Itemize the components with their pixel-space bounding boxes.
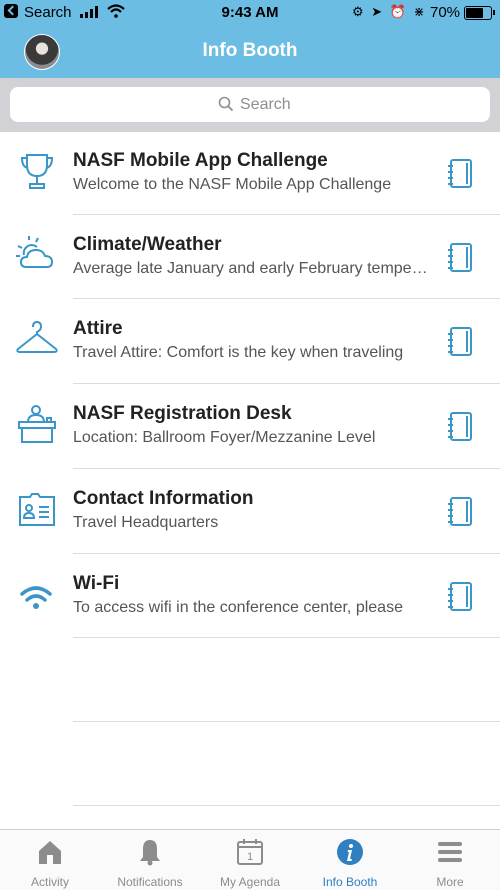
list-item[interactable]: Wi-Fi To access wifi in the conference c… (0, 554, 500, 638)
tab-label: Activity (30, 875, 69, 889)
battery-icon (464, 6, 495, 20)
status-indicators-icon: ⚙ ➤ ⏰ ⋇ (352, 4, 427, 19)
calendar-icon: 1 (237, 839, 263, 865)
item-title: Wi-Fi (73, 573, 120, 594)
list-item[interactable]: Contact Information Travel Headquarters (0, 469, 500, 553)
item-subtitle: Location: Ballroom Foyer/Mezzanine Level (73, 429, 376, 446)
search-icon (218, 96, 234, 112)
tab-label: My Agenda (219, 875, 281, 889)
item-subtitle: Average late January and early February … (73, 260, 428, 277)
divider (73, 805, 500, 806)
tab-my-agenda[interactable]: 1 My Agenda (200, 830, 300, 890)
tab-label: Notifications (117, 875, 183, 889)
contact-card-icon (19, 493, 55, 526)
notebook-icon[interactable] (444, 242, 476, 274)
item-subtitle: Welcome to the NASF Mobile App Challenge (73, 176, 392, 193)
item-subtitle: To access wifi in the conference center,… (73, 599, 403, 616)
tab-info-booth[interactable]: Info Booth (300, 830, 400, 890)
weather-icon (16, 236, 54, 268)
item-title: NASF Mobile App Challenge (73, 150, 328, 171)
list-item[interactable]: Attire Travel Attire: Comfort is the key… (0, 299, 500, 383)
tab-more[interactable]: More (400, 830, 500, 890)
list-item[interactable]: NASF Registration Desk Location: Ballroo… (0, 384, 500, 468)
list-item[interactable]: Climate/Weather Average late January and… (0, 215, 500, 299)
tab-bar: Activity Notifications 1 My Agenda Info … (0, 829, 500, 890)
notebook-icon[interactable] (444, 581, 476, 613)
notebook-icon[interactable] (444, 326, 476, 358)
item-title: Contact Information (73, 488, 254, 509)
divider (73, 721, 500, 722)
item-title: Climate/Weather (73, 234, 222, 255)
battery-percent: 70% (430, 4, 461, 21)
status-bar: Search 9:43 AM ⚙ ➤ ⏰ ⋇ 70% (0, 0, 500, 26)
notebook-icon[interactable] (444, 411, 476, 443)
search-field[interactable] (10, 87, 490, 122)
menu-icon (438, 842, 462, 862)
tab-notifications[interactable]: Notifications (100, 830, 200, 890)
notebook-icon[interactable] (444, 496, 476, 528)
trophy-icon (20, 154, 54, 189)
info-icon (337, 839, 363, 865)
search-input[interactable] (240, 92, 360, 118)
bell-icon (140, 840, 160, 866)
wifi-icon (20, 586, 52, 609)
tab-label: More (436, 875, 464, 889)
calendar-badge: 1 (247, 851, 253, 863)
notebook-icon[interactable] (444, 158, 476, 190)
divider (73, 637, 500, 638)
page-title: Info Booth (202, 40, 298, 61)
tab-activity[interactable]: Activity (0, 830, 100, 890)
app-header: Search 9:43 AM ⚙ ➤ ⏰ ⋇ 70% Info Booth (0, 0, 500, 78)
item-title: NASF Registration Desk (73, 403, 292, 424)
item-title: Attire (73, 318, 123, 339)
item-subtitle: Travel Headquarters (73, 514, 219, 531)
home-icon (39, 841, 61, 864)
list-item[interactable]: NASF Mobile App Challenge Welcome to the… (0, 131, 500, 215)
desk-icon (18, 405, 56, 443)
hanger-icon (16, 320, 58, 353)
item-subtitle: Travel Attire: Comfort is the key when t… (73, 344, 404, 361)
tab-label: Info Booth (322, 875, 378, 889)
